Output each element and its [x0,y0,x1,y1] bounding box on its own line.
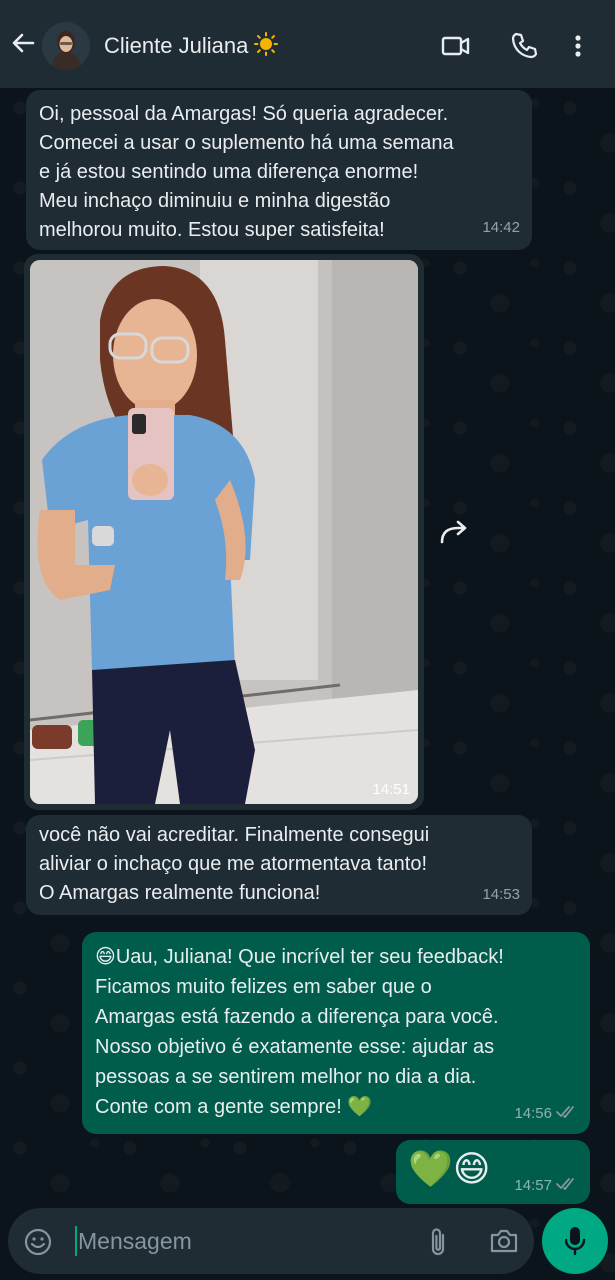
camera-icon[interactable] [488,1226,520,1261]
forward-icon[interactable] [436,512,476,552]
microphone-button[interactable] [542,1208,608,1274]
message-incoming[interactable]: Oi, pessoal da Amargas! Só queria agrade… [26,90,532,250]
paperclip-icon[interactable] [426,1226,450,1263]
phone-icon[interactable] [508,30,540,62]
image-time: 14:51 [372,781,410,798]
message-time-wrap: 14:57 [514,1171,578,1200]
emoji-icon[interactable] [24,1228,52,1261]
video-call-icon[interactable] [440,30,472,62]
arrow-left-icon[interactable] [8,28,38,58]
message-text: 💚😄 [408,1148,491,1189]
message-input-bar: Mensagem [8,1208,534,1274]
photo-image[interactable] [30,260,418,804]
avatar[interactable] [42,22,90,70]
message-outgoing[interactable]: 💚😄 14:57 [396,1140,590,1204]
message-time: 14:56 [514,1105,552,1122]
more-vertical-icon[interactable] [568,30,588,62]
microphone-icon [563,1225,587,1262]
text-caret [75,1226,77,1256]
message-time: 14:53 [482,886,520,903]
message-time-wrap: 14:56 [514,1099,578,1128]
message-time: 14:42 [482,219,520,236]
message-input[interactable]: Mensagem [78,1228,192,1255]
message-incoming[interactable]: você não vai acreditar. Finalmente conse… [26,815,532,915]
read-ticks-icon [556,1172,578,1191]
contact-name: Cliente Juliana [104,33,249,58]
message-incoming-image[interactable]: 14:51 [24,254,424,810]
message-time: 14:57 [514,1177,552,1194]
message-outgoing[interactable]: 😄Uau, Juliana! Que incrível ter seu feed… [82,932,590,1134]
message-text: 😄Uau, Juliana! Que incrível ter seu feed… [95,946,504,1118]
message-text: Oi, pessoal da Amargas! Só queria agrade… [39,103,454,241]
sun-emoji-icon [254,32,279,56]
message-text: você não vai acreditar. Finalmente conse… [39,824,430,904]
read-ticks-icon [556,1100,578,1119]
contact-name-title[interactable]: Cliente Juliana [104,32,279,59]
chat-header: Cliente Juliana [0,0,615,88]
